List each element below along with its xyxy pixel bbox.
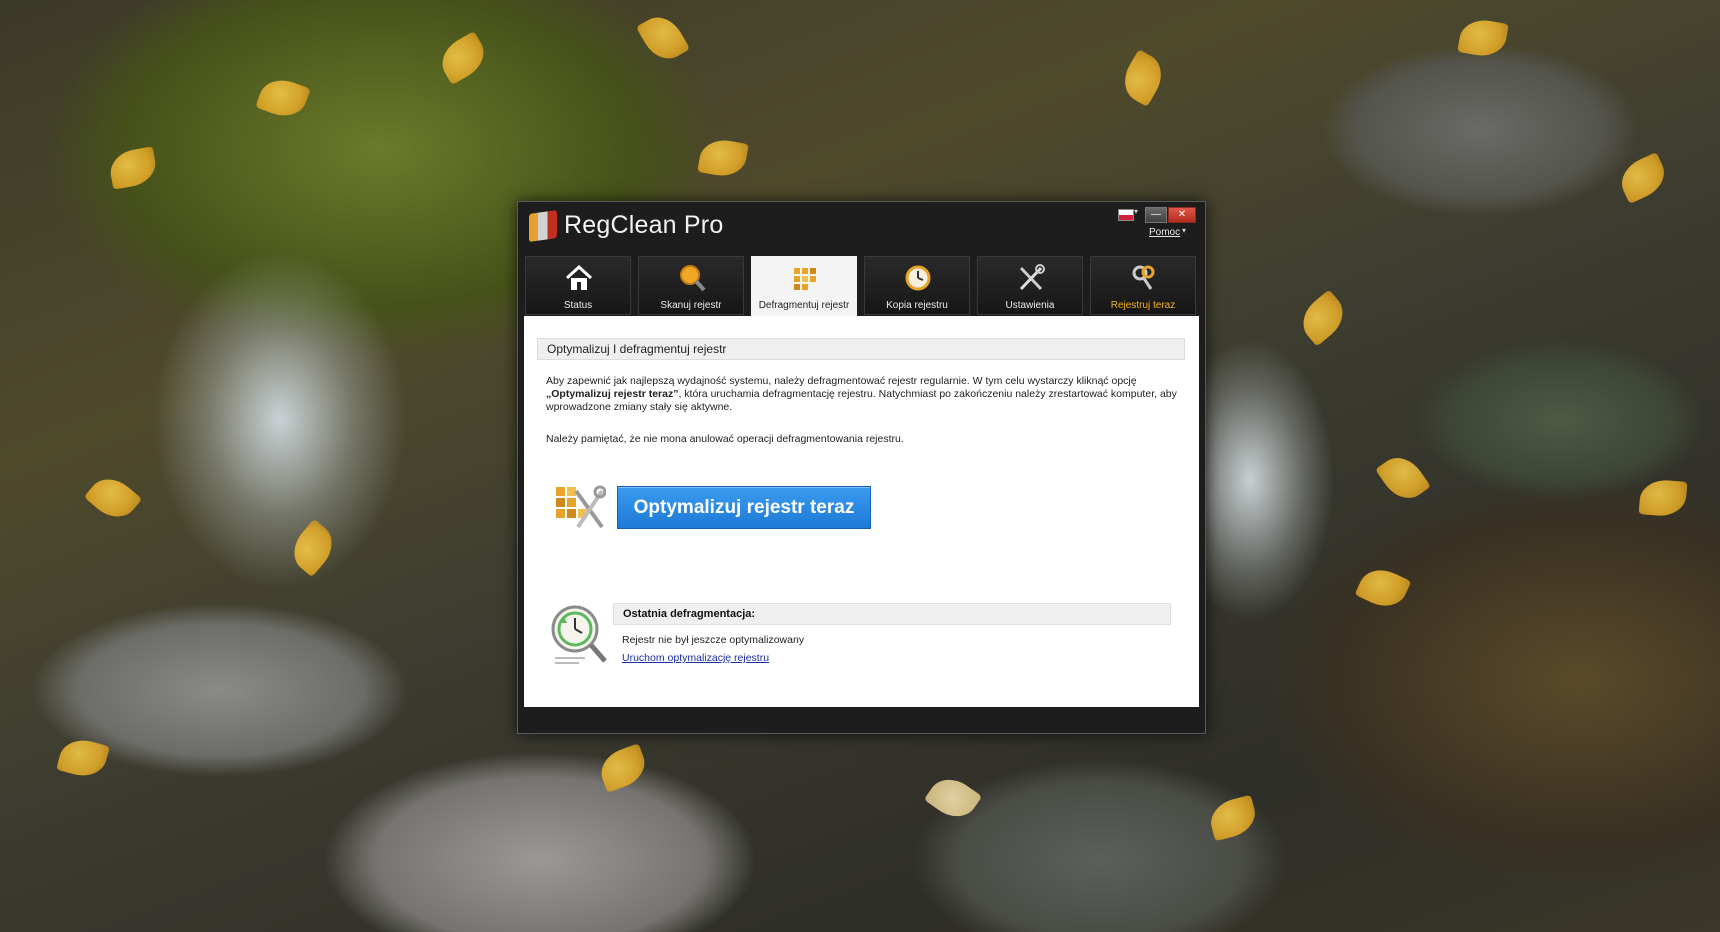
- run-optimization-link[interactable]: Uruchom optymalizację rejestru: [622, 652, 769, 664]
- title-bar[interactable]: RegClean Pro ▾ — ✕ Pomoc ▾: [518, 202, 1205, 252]
- cancel-warning-note: Należy pamiętać, że nie mona anulować op…: [546, 433, 904, 445]
- app-title: RegClean Pro: [564, 211, 724, 239]
- wallpaper-leaf: [1375, 448, 1431, 508]
- description-bold: „Optymalizuj rejestr teraz”: [546, 388, 679, 400]
- wallpaper-leaf: [923, 770, 983, 826]
- wallpaper-leaf: [697, 136, 749, 180]
- tab-label: Defragmentuj rejestr: [758, 300, 850, 311]
- wallpaper-leaf: [83, 469, 143, 527]
- wallpaper-leaf: [1354, 561, 1412, 615]
- help-menu-link[interactable]: Pomoc: [1149, 227, 1180, 238]
- defrag-tools-icon: [556, 485, 606, 529]
- wallpaper-leaf: [1457, 16, 1509, 60]
- defrag-blocks-icon: [794, 268, 816, 290]
- wallpaper-leaf: [284, 518, 342, 578]
- description-text: Aby zapewnić jak najlepszą wydajność sys…: [546, 375, 1196, 414]
- description-part1: Aby zapewnić jak najlepszą wydajność sys…: [546, 375, 1137, 387]
- tab-label: Rejestruj teraz: [1110, 300, 1176, 311]
- wallpaper-leaf: [1638, 478, 1688, 518]
- tab-label: Kopia rejestru: [886, 300, 948, 311]
- tab-skanuj-rejestr[interactable]: Skanuj rejestr: [638, 256, 744, 315]
- minimize-button[interactable]: —: [1145, 207, 1167, 223]
- wallpaper-leaf: [1115, 49, 1171, 107]
- magnifier-icon: [680, 265, 706, 292]
- wallpaper-leaf: [595, 743, 651, 793]
- clock-icon: [905, 265, 931, 291]
- section-title: Optymalizuj I defragmentuj rejestr: [537, 338, 1185, 360]
- last-defrag-status: Rejestr nie był jeszcze optymalizowany: [622, 634, 805, 646]
- polish-flag-icon[interactable]: [1118, 209, 1134, 221]
- tab-status[interactable]: Status: [525, 256, 631, 315]
- wallpaper-leaf: [107, 146, 159, 190]
- tab-bar: Status Skanuj rejestr Defragmentuj rejes…: [525, 256, 1198, 317]
- language-dropdown-caret-icon[interactable]: ▾: [1134, 207, 1138, 216]
- wallpaper-leaf: [635, 9, 691, 67]
- wallpaper-leaf: [1206, 794, 1260, 842]
- tools-icon: [1019, 264, 1045, 291]
- wallpaper-leaf: [1293, 289, 1353, 347]
- tab-label: Skanuj rejestr: [660, 300, 722, 311]
- last-defrag-title: Ostatnia defragmentacja:: [613, 603, 1171, 625]
- content-panel: Optymalizuj I defragmentuj rejestr Aby z…: [524, 316, 1199, 707]
- help-dropdown-caret-icon[interactable]: ▾: [1182, 226, 1186, 235]
- tab-ustawienia[interactable]: Ustawienia: [977, 256, 1083, 315]
- home-icon: [565, 264, 593, 290]
- wallpaper-leaf: [56, 734, 110, 782]
- regclean-window: RegClean Pro ▾ — ✕ Pomoc ▾ Status Skanuj…: [517, 201, 1206, 734]
- window-footer: [518, 707, 1205, 733]
- tab-rejestruj-teraz[interactable]: Rejestruj teraz: [1090, 256, 1196, 315]
- tab-defragmentuj-rejestr[interactable]: Defragmentuj rejestr: [751, 256, 857, 317]
- clock-magnifier-icon: [551, 605, 607, 664]
- tab-kopia-rejestru[interactable]: Kopia rejestru: [864, 256, 970, 315]
- keys-icon: [1132, 265, 1155, 290]
- wallpaper-leaf: [434, 30, 492, 86]
- tab-label: Ustawienia: [1005, 300, 1055, 311]
- wallpaper-leaf: [1614, 151, 1672, 205]
- close-button[interactable]: ✕: [1168, 207, 1196, 223]
- wallpaper-leaf: [255, 73, 311, 123]
- app-cube-logo-icon: [529, 210, 557, 242]
- optimize-registry-now-button[interactable]: Optymalizuj rejestr teraz: [617, 486, 871, 529]
- tab-label: Status: [563, 300, 593, 311]
